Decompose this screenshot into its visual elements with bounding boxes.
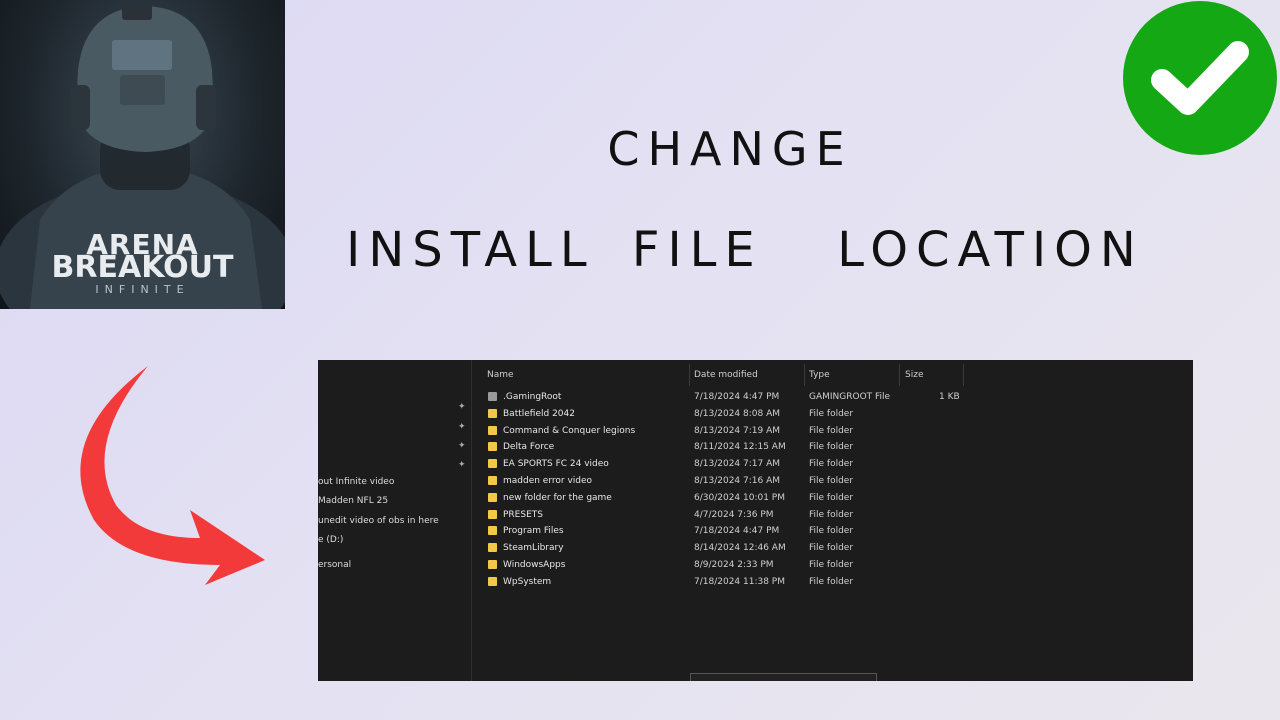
file-name: WindowsApps [503,560,566,570]
file-row[interactable]: SteamLibrary 8/14/2024 12:46 AM File folde… [486,540,1186,556]
file-date-modified: 8/13/2024 7:19 AM [694,425,781,436]
folder-icon [488,492,497,502]
column-divider[interactable] [804,364,805,386]
column-divider[interactable] [963,364,964,386]
nav-item[interactable]: unedit video of obs in here [318,516,439,526]
file-size: 1 KB [939,392,960,402]
pin-icon[interactable]: ✦ [458,441,466,451]
file-row[interactable]: EA SPORTS FC 24 video 8/13/2024 7:17 AM Fi… [486,456,1186,472]
folder-icon [488,459,497,469]
file-explorer-window: ✦ ✦ ✦ ✦ out Infinite video Madden NFL 25… [318,360,1193,681]
nav-item[interactable]: Madden NFL 25 [318,496,388,506]
file-row[interactable]: new folder for the game 6/30/2024 10:01 P… [486,490,1186,506]
file-date-modified: 7/18/2024 11:38 PM [694,576,785,587]
file-name: WpSystem [503,576,552,587]
file-name: Command & Conquer legions [503,425,636,436]
file-name: Delta Force [503,442,555,453]
file-icon [488,392,497,401]
column-header-date[interactable]: Date modified [694,366,758,384]
file-name: madden error video [503,476,593,486]
file-date-modified: 8/9/2024 2:33 PM [694,560,774,570]
file-name: PRESETS [503,509,543,520]
folder-icon [488,526,497,536]
column-header-type[interactable]: Type [809,366,830,384]
file-name: SteamLibrary [503,543,564,554]
file-date-modified: 7/18/2024 4:47 PM [694,526,780,537]
folder-icon [488,543,497,553]
file-name: Battlefield 2042 [503,408,575,419]
file-date-modified: 8/13/2024 7:16 AM [694,476,781,486]
curved-arrow-icon [80,366,265,585]
folder-icon [488,408,497,418]
file-date-modified: 8/11/2024 12:15 AM [694,442,786,453]
logo-breakout-text: BREAKOUT [51,250,234,285]
navigation-pane: ✦ ✦ ✦ ✦ out Infinite video Madden NFL 25… [318,360,472,681]
title-line-2: INSTALL FILE LOCATION [346,222,1144,278]
file-row[interactable]: madden error video 8/13/2024 7:16 AM File … [486,473,1186,489]
file-type: File folder [809,543,854,554]
file-type: File folder [809,442,854,453]
column-divider[interactable] [689,364,690,386]
file-date-modified: 8/13/2024 8:08 AM [694,408,781,419]
column-header-size[interactable]: Size [905,366,923,384]
file-name: .GamingRoot [503,392,562,402]
scroll-tab[interactable] [690,673,877,681]
file-date-modified: 8/14/2024 12:46 AM [694,543,786,554]
file-type: File folder [809,425,854,436]
file-date-modified: 7/18/2024 4:47 PM [694,392,780,402]
folder-icon [488,576,497,586]
file-row[interactable]: Delta Force 8/11/2024 12:15 AM File folder [486,439,1186,455]
folder-icon [488,560,497,569]
file-date-modified: 6/30/2024 10:01 PM [694,492,785,503]
file-type: File folder [809,526,854,537]
folder-icon [488,425,497,435]
file-type: GAMINGROOT File [809,392,891,402]
column-header-name[interactable]: Name [487,366,514,384]
pin-icon[interactable]: ✦ [458,422,466,432]
file-date-modified: 4/7/2024 7:36 PM [694,509,774,520]
file-type: File folder [809,560,854,570]
folder-icon [488,476,497,485]
pin-icon[interactable]: ✦ [458,402,466,412]
folder-icon [488,509,497,519]
file-name: EA SPORTS FC 24 video [503,459,609,470]
file-name: new folder for the game [503,492,612,503]
checkmark-icon [1123,1,1277,155]
file-type: File folder [809,476,854,486]
file-type: File folder [809,509,854,520]
nav-item[interactable]: e (D:) [318,535,343,545]
file-type: File folder [809,459,854,470]
column-divider[interactable] [899,364,900,386]
game-logo: ARENA BREAKOUT INFINITE [0,0,285,309]
pin-icon[interactable]: ✦ [458,460,466,470]
file-type: File folder [809,408,854,419]
logo-infinite-text: INFINITE [95,283,190,296]
file-row[interactable]: Command & Conquer legions 8/13/2024 7:19 … [486,423,1186,439]
file-row[interactable]: PRESETS 4/7/2024 7:36 PM File folder [486,507,1186,523]
file-date-modified: 8/13/2024 7:17 AM [694,459,781,470]
file-type: File folder [809,492,854,503]
file-row[interactable]: WpSystem 7/18/2024 11:38 PM File folder [486,574,1186,590]
file-row[interactable]: WindowsApps 8/9/2024 2:33 PM File folder [486,557,1186,573]
file-row[interactable]: Battlefield 2042 8/13/2024 8:08 AM File fo… [486,406,1186,422]
file-name: Program Files [503,526,564,537]
folder-icon [488,442,497,452]
file-row[interactable]: Program Files 7/18/2024 4:47 PM File folde… [486,523,1186,539]
title-line-1: CHANGE [607,122,853,176]
file-type: File folder [809,576,854,587]
nav-item[interactable]: ersonal [318,560,351,570]
file-row[interactable]: .GamingRoot 7/18/2024 4:47 PM GAMINGROOT F… [486,389,1186,405]
nav-item[interactable]: out Infinite video [318,477,394,487]
